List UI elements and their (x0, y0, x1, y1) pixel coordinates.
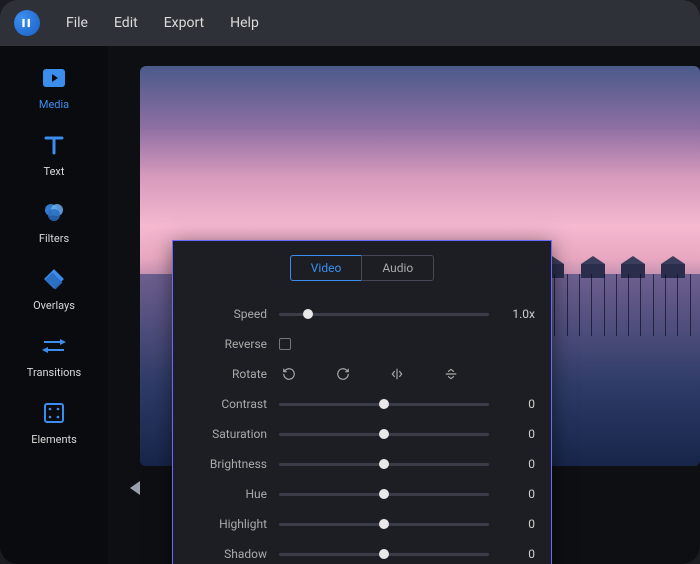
speed-value: 1.0x (501, 307, 535, 321)
row-hue: Hue 0 (189, 479, 535, 509)
panel-tabs: Video Audio (189, 255, 535, 281)
rotate-cw-icon[interactable] (333, 364, 353, 384)
shadow-label: Shadow (189, 547, 267, 561)
rotate-ccw-icon[interactable] (279, 364, 299, 384)
menu-export[interactable]: Export (158, 11, 210, 35)
sidebar-item-transitions[interactable]: Transitions (14, 332, 94, 379)
transitions-icon (40, 332, 68, 360)
elements-icon (40, 399, 68, 427)
row-speed: Speed 1.0x (189, 299, 535, 329)
hue-value: 0 (501, 487, 535, 501)
brightness-value: 0 (501, 457, 535, 471)
tab-video[interactable]: Video (290, 255, 362, 281)
highlight-value: 0 (501, 517, 535, 531)
sidebar-item-overlays[interactable]: Overlays (14, 265, 94, 312)
tab-audio[interactable]: Audio (361, 255, 434, 281)
sidebar-item-label: Elements (31, 433, 77, 446)
slider-thumb[interactable] (379, 489, 389, 499)
app-logo-icon (14, 10, 40, 36)
rotate-label: Rotate (189, 367, 267, 381)
reverse-label: Reverse (189, 337, 267, 351)
slider-thumb[interactable] (379, 549, 389, 559)
flip-vertical-icon[interactable] (441, 364, 461, 384)
sidebar-item-filters[interactable]: Filters (14, 198, 94, 245)
saturation-slider[interactable] (279, 433, 489, 436)
sidebar-item-elements[interactable]: Elements (14, 399, 94, 446)
highlight-label: Highlight (189, 517, 267, 531)
filters-icon (40, 198, 68, 226)
overlays-icon (40, 265, 68, 293)
shadow-value: 0 (501, 547, 535, 561)
workspace: Media Text Filters Overlays (0, 46, 700, 564)
menubar: File Edit Export Help (0, 0, 700, 46)
sidebar-item-text[interactable]: Text (14, 131, 94, 178)
sidebar-item-label: Filters (39, 232, 69, 245)
reverse-checkbox[interactable] (279, 338, 291, 350)
sidebar-item-label: Text (44, 165, 65, 178)
menu-help[interactable]: Help (224, 11, 265, 35)
contrast-value: 0 (501, 397, 535, 411)
app-window: File Edit Export Help (0, 0, 700, 564)
highlight-slider[interactable] (279, 523, 489, 526)
contrast-slider[interactable] (279, 403, 489, 406)
hue-label: Hue (189, 487, 267, 501)
sidebar-item-label: Media (39, 98, 69, 111)
speed-slider[interactable] (279, 313, 489, 316)
slider-thumb[interactable] (379, 399, 389, 409)
properties-panel: Video Audio Speed 1.0x Reverse (172, 240, 552, 564)
row-contrast: Contrast 0 (189, 389, 535, 419)
prev-frame-icon[interactable] (130, 481, 140, 495)
menu-file[interactable]: File (60, 11, 94, 35)
media-icon (40, 64, 68, 92)
speed-label: Speed (189, 307, 267, 321)
row-highlight: Highlight 0 (189, 509, 535, 539)
saturation-value: 0 (501, 427, 535, 441)
saturation-label: Saturation (189, 427, 267, 441)
hue-slider[interactable] (279, 493, 489, 496)
brightness-label: Brightness (189, 457, 267, 471)
row-reverse: Reverse (189, 329, 535, 359)
sidebar: Media Text Filters Overlays (0, 46, 108, 564)
shadow-slider[interactable] (279, 553, 489, 556)
slider-thumb[interactable] (379, 459, 389, 469)
sidebar-item-media[interactable]: Media (14, 64, 94, 111)
slider-thumb[interactable] (303, 309, 313, 319)
brightness-slider[interactable] (279, 463, 489, 466)
row-shadow: Shadow 0 (189, 539, 535, 564)
row-saturation: Saturation 0 (189, 419, 535, 449)
row-rotate: Rotate (189, 359, 535, 389)
slider-thumb[interactable] (379, 519, 389, 529)
row-brightness: Brightness 0 (189, 449, 535, 479)
menu-edit[interactable]: Edit (108, 11, 144, 35)
sidebar-item-label: Overlays (33, 299, 75, 312)
flip-horizontal-icon[interactable] (387, 364, 407, 384)
slider-thumb[interactable] (379, 429, 389, 439)
text-icon (40, 131, 68, 159)
sidebar-item-label: Transitions (27, 366, 81, 379)
contrast-label: Contrast (189, 397, 267, 411)
